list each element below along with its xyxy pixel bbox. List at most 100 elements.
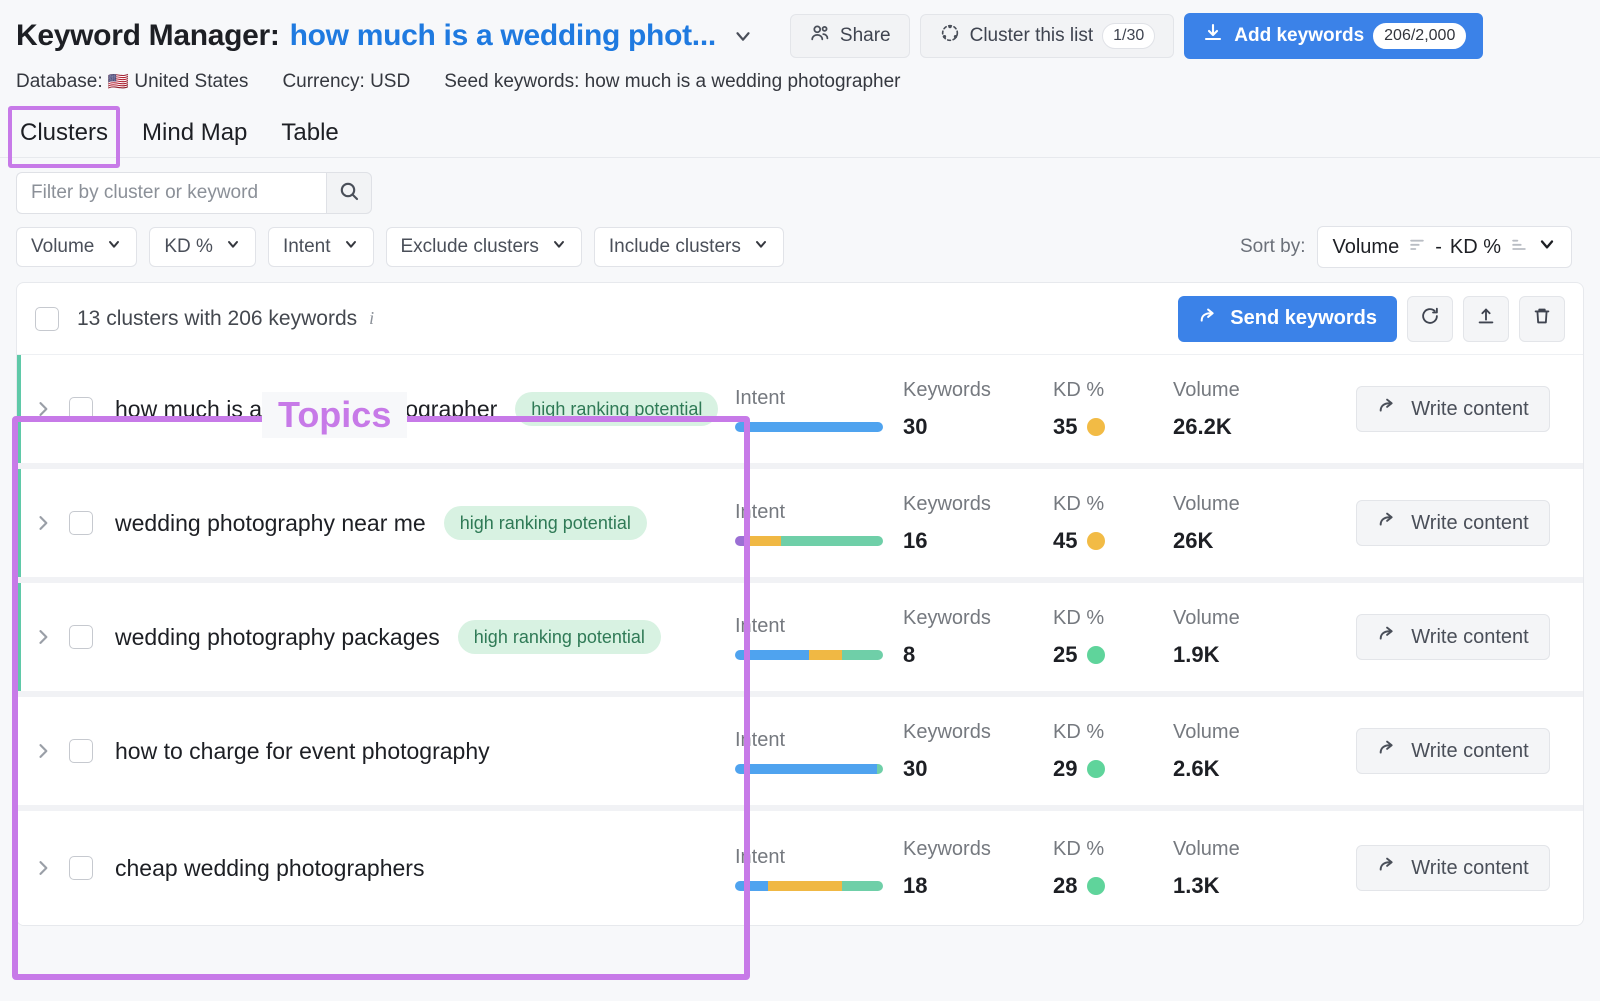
info-icon[interactable]: i (369, 308, 374, 329)
sort-separator: - (1435, 235, 1442, 258)
chevron-down-icon (225, 236, 241, 258)
kd-cell: KD % 45 (1053, 493, 1173, 554)
database-value: United States (134, 71, 249, 92)
trash-icon (1531, 305, 1553, 332)
write-content-button[interactable]: Write content (1356, 386, 1550, 432)
write-content-button[interactable]: Write content (1356, 614, 1550, 660)
tab-mind-map[interactable]: Mind Map (138, 117, 251, 157)
search-icon (337, 179, 361, 208)
clusters-list: how much is a wedding photographer high … (17, 355, 1583, 925)
filter-search-row (0, 158, 1600, 214)
table-row[interactable]: cheap wedding photographers Intent Keywo… (17, 811, 1583, 925)
kd-column-header: KD % (1053, 837, 1105, 860)
select-all-checkbox[interactable] (35, 306, 59, 331)
volume-column-header: Volume (1173, 492, 1240, 515)
flag-icon: 🇺🇸 (107, 72, 130, 91)
add-keywords-quota-badge: 206/2,000 (1373, 23, 1467, 49)
write-content-cell: Write content (1323, 493, 1583, 554)
kd-cell: KD % 28 (1053, 838, 1173, 899)
kd-value: 28 (1053, 872, 1078, 898)
row-checkbox[interactable] (69, 625, 93, 649)
intent-segment (841, 649, 883, 660)
download-icon (1201, 21, 1225, 51)
expand-row-chevron-right-icon[interactable] (17, 627, 69, 647)
currency-value: USD (370, 71, 411, 92)
expand-row-chevron-right-icon[interactable] (17, 858, 69, 878)
cluster-icon (939, 22, 961, 50)
intent-segment (877, 763, 883, 774)
volume-value: 26.2K (1173, 413, 1232, 439)
filter-volume[interactable]: Volume (16, 227, 138, 267)
row-metrics: Intent Keywords 18 KD % 28 Volume 1.3K W… (723, 838, 1583, 899)
intent-segment (735, 421, 883, 432)
sort-by-dropdown[interactable]: Volume - KD % (1317, 226, 1572, 268)
search-input[interactable] (16, 172, 326, 214)
arrow-forward-icon (1377, 395, 1399, 423)
sort-primary-label: Volume (1332, 235, 1400, 258)
table-row[interactable]: how to charge for event photography Inte… (17, 697, 1583, 811)
intent-bar (735, 880, 883, 891)
row-checkbox[interactable] (69, 511, 93, 535)
cluster-name: cheap wedding photographers (115, 854, 425, 881)
kd-cell: KD % 35 (1053, 379, 1173, 440)
filter-volume-label: Volume (31, 236, 95, 257)
send-keywords-button[interactable]: Send keywords (1178, 295, 1397, 342)
keywords-cell: Keywords 30 (903, 379, 1053, 440)
arrow-forward-icon (1377, 737, 1399, 765)
add-keywords-button[interactable]: Add keywords 206/2,000 (1184, 13, 1484, 59)
intent-cell: Intent (723, 379, 903, 440)
expand-row-chevron-right-icon[interactable] (17, 741, 69, 761)
intent-cell: Intent (723, 838, 903, 899)
keywords-column-header: Keywords (903, 720, 991, 743)
currency-meta: Currency: USD (282, 71, 410, 93)
cluster-this-list-button[interactable]: Cluster this list 1/30 (919, 14, 1175, 58)
volume-value: 26K (1173, 527, 1214, 553)
kd-column-header: KD % (1053, 606, 1105, 629)
volume-cell: Volume 1.3K (1173, 838, 1323, 899)
kd-difficulty-dot-icon (1087, 531, 1106, 550)
row-checkbox[interactable] (69, 739, 93, 763)
page-title-list-name[interactable]: how much is a wedding phot... (290, 19, 717, 53)
row-checkbox[interactable] (69, 397, 93, 421)
delete-button[interactable] (1519, 295, 1565, 342)
search-button[interactable] (326, 172, 372, 214)
expand-row-chevron-right-icon[interactable] (17, 399, 69, 419)
row-metrics: Intent Keywords 30 KD % 29 Volume 2.6K W… (723, 721, 1583, 782)
cluster-name: how much is a wedding photographer (115, 395, 498, 422)
search-box (16, 172, 372, 214)
export-button[interactable] (1463, 295, 1509, 342)
write-content-button[interactable]: Write content (1356, 845, 1550, 891)
filter-kd[interactable]: KD % (149, 227, 256, 267)
tab-table[interactable]: Table (277, 117, 342, 157)
chevron-down-icon (753, 236, 769, 258)
status-badge: high ranking potential (515, 392, 719, 426)
filter-include-clusters[interactable]: Include clusters (593, 227, 784, 267)
sort-desc-icon (1407, 234, 1427, 260)
keywords-value: 18 (903, 872, 928, 898)
clusters-panel: 13 clusters with 206 keywords i Send key… (16, 282, 1584, 926)
row-accent-bar (17, 697, 21, 805)
table-row[interactable]: wedding photography packages high rankin… (17, 583, 1583, 697)
expand-row-chevron-right-icon[interactable] (17, 513, 69, 533)
row-checkbox[interactable] (69, 856, 93, 880)
refresh-button[interactable] (1407, 295, 1453, 342)
kd-column-header: KD % (1053, 720, 1105, 743)
write-content-button[interactable]: Write content (1356, 500, 1550, 546)
row-accent-bar (17, 355, 21, 463)
share-button[interactable]: Share (789, 14, 910, 58)
table-row[interactable]: wedding photography near me high ranking… (17, 469, 1583, 583)
row-metrics: Intent Keywords 8 KD % 25 Volume 1.9K Wr… (723, 607, 1583, 668)
arrow-forward-icon (1377, 623, 1399, 651)
row-metrics: Intent Keywords 30 KD % 35 Volume 26.2K (723, 379, 1583, 440)
write-content-button[interactable]: Write content (1356, 728, 1550, 774)
page-title-static: Keyword Manager: (16, 19, 280, 52)
table-row[interactable]: how much is a wedding photographer high … (17, 355, 1583, 469)
filter-exclude-clusters[interactable]: Exclude clusters (385, 227, 582, 267)
intent-bar (735, 535, 883, 546)
tab-clusters[interactable]: Clusters (16, 117, 112, 157)
filter-intent[interactable]: Intent (267, 227, 374, 267)
keywords-cell: Keywords 30 (903, 721, 1053, 782)
chevron-down-icon[interactable] (732, 25, 754, 47)
kd-value: 35 (1053, 413, 1078, 439)
row-accent-bar (17, 469, 21, 577)
